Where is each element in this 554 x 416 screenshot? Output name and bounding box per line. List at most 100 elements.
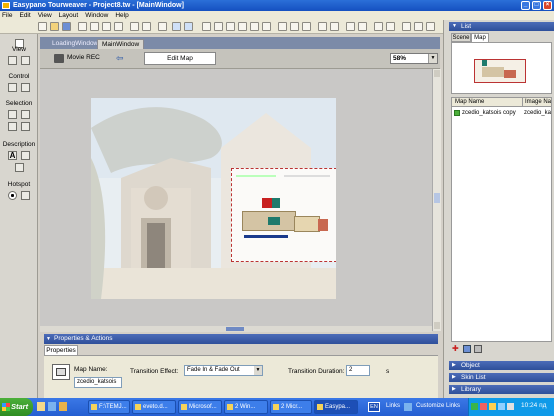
list-selection-icon[interactable] [8, 110, 17, 119]
map-object[interactable] [231, 168, 336, 262]
polygon-hotspot-icon[interactable] [21, 191, 30, 200]
quick-launch-media-icon[interactable] [59, 402, 67, 411]
new-icon[interactable] [38, 22, 47, 31]
menu-help[interactable]: Help [115, 11, 128, 20]
table-row[interactable]: zcedio_katsois copy zcedio_ka [452, 108, 551, 118]
space-vertical-icon[interactable] [330, 22, 339, 31]
back-arrow-icon[interactable]: ⇦ [116, 54, 128, 63]
cut-icon[interactable] [78, 22, 87, 31]
horizontal-splitter[interactable] [40, 326, 432, 332]
chevron-down-icon[interactable]: ▼ [428, 54, 437, 63]
tray-app-icon[interactable] [489, 403, 496, 410]
transition-effect-select[interactable]: Fade In & Fade Out ▼ [184, 365, 263, 376]
same-height-icon[interactable] [290, 22, 299, 31]
image-tool-icon[interactable] [21, 151, 30, 160]
skin-list-panel-header[interactable]: Skin List [449, 373, 554, 382]
menu-layout[interactable]: Layout [59, 11, 79, 20]
tab-properties[interactable]: Properties [44, 345, 78, 355]
align-top-icon[interactable] [238, 22, 247, 31]
view-tool-icon[interactable] [8, 56, 17, 65]
menu-window[interactable]: Window [85, 11, 108, 20]
splitter-grip[interactable] [226, 327, 244, 331]
task-button-windows[interactable]: 2 Win... [224, 400, 268, 414]
volume-icon[interactable] [498, 403, 505, 410]
map-preview[interactable] [451, 42, 552, 94]
menu-view[interactable]: View [38, 11, 52, 20]
text-box-tool-icon[interactable] [14, 163, 24, 172]
copy-icon[interactable] [90, 22, 99, 31]
align-left-icon[interactable] [202, 22, 211, 31]
view-frame-icon[interactable] [21, 56, 30, 65]
task-button-folder[interactable]: F:\TEMJ... [88, 400, 130, 414]
close-button[interactable]: × [543, 1, 552, 10]
task-button-microsoft[interactable]: Microsof... [178, 400, 222, 414]
same-width-icon[interactable] [278, 22, 287, 31]
paste-icon[interactable] [102, 22, 111, 31]
map-hotspot-green[interactable] [272, 198, 280, 208]
task-button-doc[interactable]: eveto.d... [132, 400, 176, 414]
links-toolbar[interactable]: Links [386, 403, 400, 409]
preview-icon[interactable] [172, 22, 181, 31]
align-right-icon[interactable] [226, 22, 235, 31]
center-h-icon[interactable] [374, 22, 383, 31]
clock[interactable]: 10:24 пд [521, 402, 546, 409]
list-panel-header[interactable]: List [449, 22, 554, 31]
object-panel-header[interactable]: Object [449, 361, 554, 370]
add-map-icon[interactable]: ✚ [452, 345, 460, 353]
snap-icon[interactable] [414, 22, 423, 31]
menu-file[interactable]: File [2, 11, 12, 20]
scroll-down-icon[interactable] [434, 322, 440, 329]
movie-rec-button[interactable]: Movie REC [67, 54, 100, 61]
button-control-icon[interactable] [8, 83, 17, 92]
scene-image[interactable] [91, 98, 336, 299]
edit-map-button[interactable]: Edit Map [144, 52, 216, 65]
text-tool-icon[interactable]: A [8, 151, 17, 160]
publish-icon[interactable] [184, 22, 193, 31]
map-properties-icon[interactable] [463, 345, 471, 353]
center-v-icon[interactable] [386, 22, 395, 31]
chevron-down-icon[interactable]: ▼ [254, 366, 262, 375]
align-center-icon[interactable] [214, 22, 223, 31]
hotspot-tool-icon[interactable] [8, 191, 17, 200]
tab-map[interactable]: Map [471, 33, 489, 42]
column-map-name[interactable]: Map Name [455, 98, 484, 107]
tree-selection-icon[interactable] [21, 122, 30, 131]
combo-selection-icon[interactable] [21, 110, 30, 119]
map-name-field[interactable]: zcedio_katsois [74, 377, 122, 388]
column-image-name[interactable]: Image Na [522, 98, 551, 107]
task-button-easypano[interactable]: Easypa... [314, 400, 358, 414]
redo-icon[interactable] [142, 22, 151, 31]
send-back-icon[interactable] [358, 22, 367, 31]
quick-launch-icon[interactable] [37, 402, 45, 411]
map-hotspot-red[interactable] [262, 198, 272, 208]
task-button-micr[interactable]: 2 Micr... [270, 400, 312, 414]
library-panel-header[interactable]: Library [449, 385, 554, 394]
network-icon[interactable] [471, 403, 478, 410]
scroll-up-icon[interactable] [434, 70, 440, 77]
lock-icon[interactable] [426, 22, 435, 31]
transition-duration-field[interactable]: 2 [346, 365, 370, 376]
bring-front-icon[interactable] [346, 22, 355, 31]
space-horizontal-icon[interactable] [318, 22, 327, 31]
customize-links-link[interactable]: Customize Links [416, 403, 460, 409]
maximize-button[interactable]: □ [532, 1, 541, 10]
zoom-in-icon[interactable] [158, 22, 167, 31]
security-icon[interactable] [480, 403, 487, 410]
delete-icon[interactable] [114, 22, 123, 31]
title-bar[interactable]: Easypano Tourweaver - Project8.tw - [Mai… [0, 0, 554, 11]
delete-map-icon[interactable] [474, 345, 482, 353]
tab-main-window[interactable]: MainWindow [97, 39, 145, 49]
zoom-select[interactable]: 58% ▼ [390, 53, 438, 64]
undo-icon[interactable] [130, 22, 139, 31]
tray-misc-icon[interactable] [507, 403, 514, 410]
open-icon[interactable] [50, 22, 59, 31]
start-button[interactable]: Start [0, 398, 33, 416]
language-indicator[interactable]: EN [368, 402, 380, 412]
align-bottom-icon[interactable] [262, 22, 271, 31]
minimize-button[interactable]: _ [521, 1, 530, 10]
tab-scene[interactable]: Scene [451, 33, 471, 42]
toggle-control-icon[interactable] [21, 83, 30, 92]
collapse-icon[interactable]: ▼ [46, 334, 51, 344]
menu-edit[interactable]: Edit [19, 11, 30, 20]
thumbnail-selection-icon[interactable] [8, 122, 17, 131]
